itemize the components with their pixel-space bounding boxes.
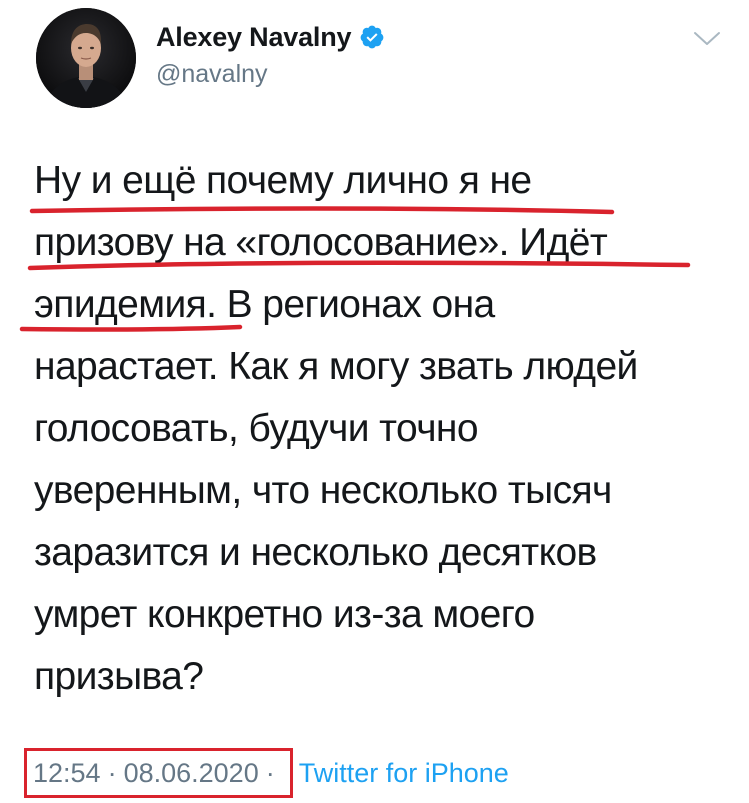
tweet-text-line: эпидемия. В регионах она [34,283,495,326]
tweet-card: Alexey Navalny @navalny Ну и ещё почему … [0,0,749,803]
tweet-text-line: нарастает. Как я могу звать людей [34,345,638,388]
tweet-text-line: уверенным, что несколько тысяч [34,469,612,512]
tweet-text-line: Ну и ещё почему лично я не [34,159,532,202]
tweet-text-line: заразится и несколько десятков [34,531,597,574]
tweet-text-line: умрет конкретно из-за моего [34,593,535,636]
tweet-text-line: призову на «голосование». Идёт [34,221,608,264]
tweet-time[interactable]: 12:54 [33,758,101,789]
tweet-text-line: призыва? [34,655,204,698]
author-name-row[interactable]: Alexey Navalny [156,20,385,54]
tweet-text: Ну и ещё почему лично я не призову на «г… [34,150,734,708]
avatar-photo [36,8,136,108]
tweet-source-link[interactable]: Twitter for iPhone [299,758,509,789]
verified-badge-icon [360,25,384,49]
author-display-name[interactable]: Alexey Navalny [156,22,352,53]
avatar[interactable] [36,8,136,108]
author-handle[interactable]: @navalny [156,60,268,89]
chevron-down-icon[interactable] [689,27,725,51]
tweet-date[interactable]: 08.06.2020 [124,758,259,789]
meta-separator: · [265,757,275,788]
meta-separator: · [107,757,117,788]
tweet-metadata: 12:54 · 08.06.2020 · Twitter for iPhone [24,748,509,798]
timestamp-highlight-box: 12:54 · 08.06.2020 · [24,748,293,798]
tweet-text-line: голосовать, будучи точно [34,407,479,450]
